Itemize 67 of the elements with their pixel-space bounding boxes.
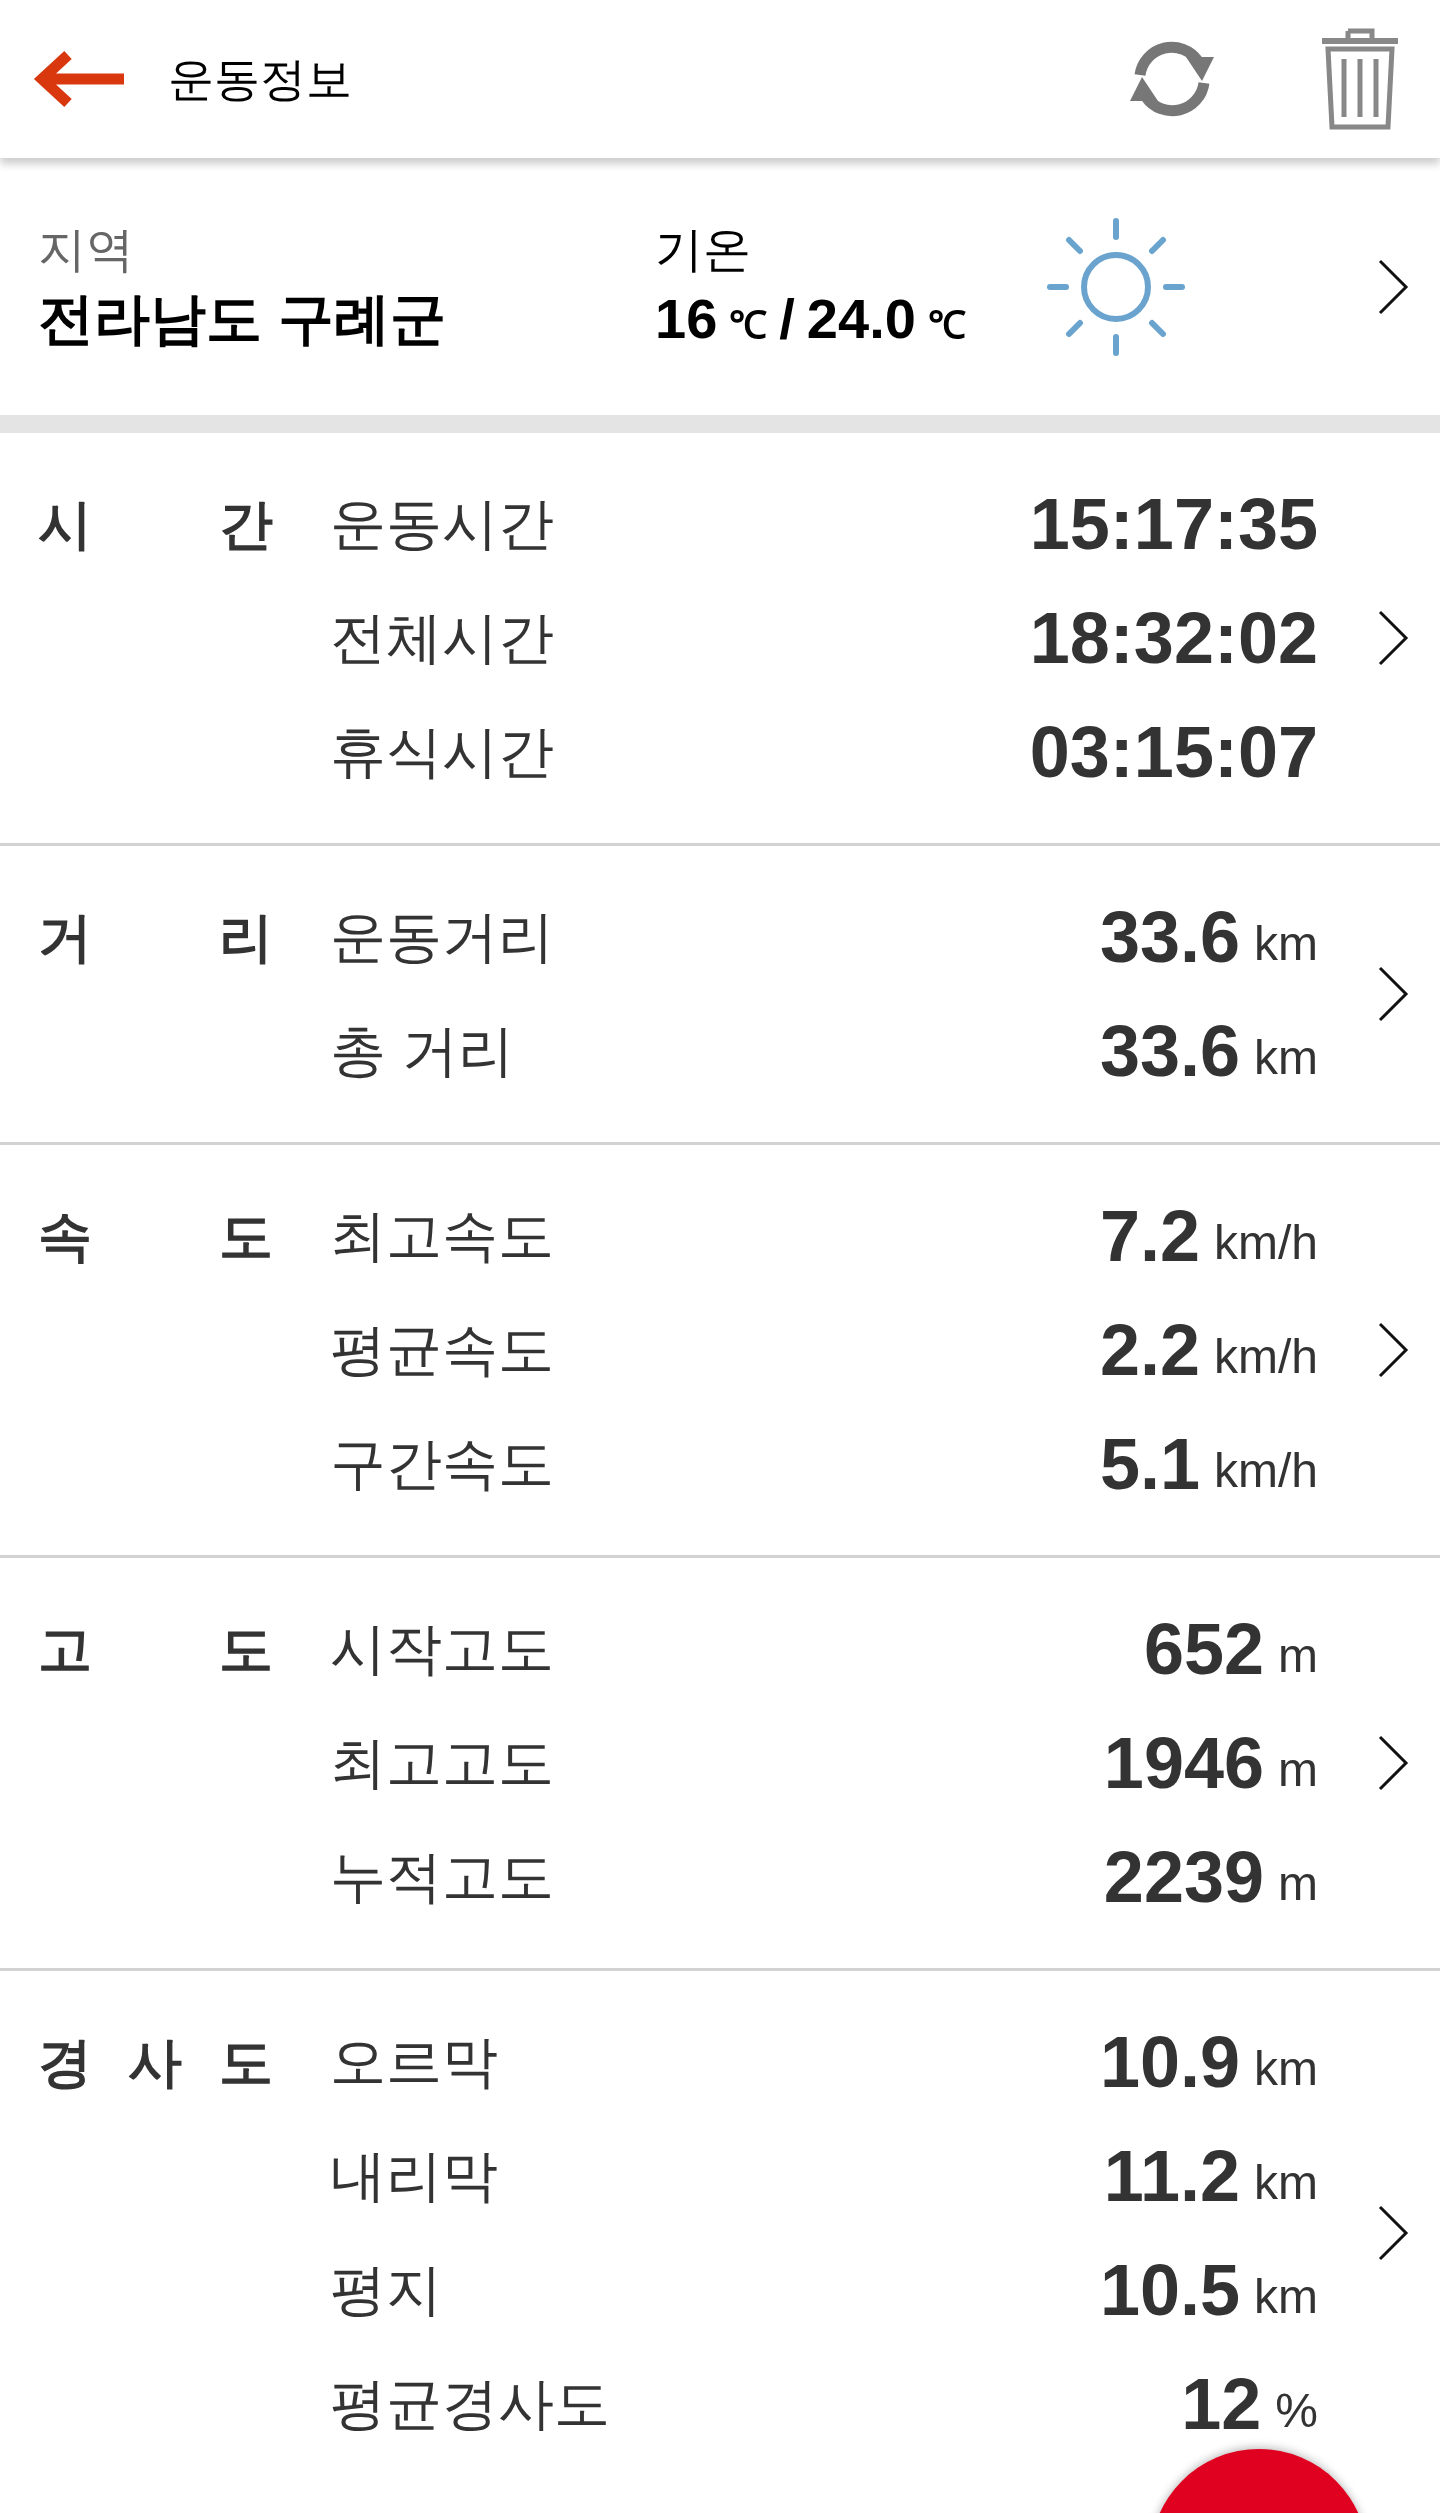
stat-value: 33.6	[1099, 901, 1240, 973]
stat-label: 휴식시간	[330, 719, 554, 785]
stat-label: 최고속도	[330, 1203, 554, 1269]
temperature-high: 24.0	[806, 285, 916, 352]
section-label: 경 사 도	[38, 2030, 273, 2094]
stats-section[interactable]: 속 도 최고속도 7.2 km/h 평균속도 2.2 km/h 구간속도 5.1 km/h	[0, 1142, 1440, 1555]
chevron-right-icon	[1376, 1320, 1410, 1380]
section-label: 시 간	[38, 492, 273, 556]
temperature-low: 16	[655, 285, 718, 352]
stat-unit: m	[1278, 1746, 1318, 1794]
summary-card[interactable]: 지역 전라남도 구례군 기온 16 ℃ / 24.0 ℃	[0, 158, 1440, 415]
stat-label: 평균경사도	[330, 2371, 610, 2437]
chevron-right-icon	[1376, 964, 1410, 1024]
stat-value: 03:15:07	[1029, 716, 1318, 788]
section-label: 속 도	[38, 1204, 273, 1268]
temperature-label: 기온	[655, 221, 752, 278]
stat-value: 33.6	[1099, 1015, 1240, 1087]
stat-unit: km/h	[1214, 1447, 1318, 1495]
stat-unit: km/h	[1214, 1333, 1318, 1381]
stat-unit: km	[1254, 1034, 1318, 1082]
screen-title: 운동정보	[168, 51, 352, 107]
stat-unit: km	[1254, 920, 1318, 968]
chevron-right-icon	[1376, 2203, 1410, 2263]
stat-value: 15:17:35	[1029, 488, 1318, 560]
stat-unit: %	[1275, 2387, 1318, 2435]
stat-label: 구간속도	[330, 1431, 554, 1497]
stats-section[interactable]: 시 간 운동시간 15:17:35 전체시간 18:32:02 휴식시간 03:15:07	[0, 433, 1440, 843]
stat-label: 시작고도	[330, 1616, 554, 1682]
stat-unit: m	[1278, 1632, 1318, 1680]
temperature-unit: ℃	[729, 302, 768, 348]
stat-value: 2239	[1103, 1841, 1264, 1913]
chevron-right-icon	[1376, 608, 1410, 668]
stat-unit: km/h	[1214, 1219, 1318, 1267]
chevron-right-icon	[1376, 1733, 1410, 1793]
stat-value: 652	[1143, 1613, 1264, 1685]
temperature-unit: ℃	[927, 302, 966, 348]
section-label: 고 도	[38, 1617, 273, 1681]
stat-label: 운동거리	[330, 904, 554, 970]
stat-value: 10.9	[1099, 2026, 1240, 2098]
sun-icon	[1045, 216, 1186, 357]
stat-unit: km	[1254, 2045, 1318, 2093]
stat-value: 18:32:02	[1029, 602, 1318, 674]
stat-value: 11.2	[1103, 2140, 1240, 2212]
stat-label: 최고고도	[330, 1730, 554, 1796]
section-label: 거 리	[38, 905, 273, 969]
stat-label: 오르막	[330, 2029, 498, 2095]
stat-label: 내리막	[330, 2143, 498, 2209]
stat-unit: km	[1254, 2273, 1318, 2321]
region-label: 지역	[38, 221, 135, 278]
stat-unit: km	[1254, 2159, 1318, 2207]
stat-label: 전체시간	[330, 605, 554, 671]
stat-value: 1946	[1103, 1727, 1264, 1799]
stat-value: 5.1	[1099, 1428, 1200, 1500]
stat-label: 누적고도	[330, 1844, 554, 1910]
region-value: 전라남도 구례군	[38, 285, 447, 352]
stat-label: 운동시간	[330, 491, 554, 557]
stat-unit: m	[1278, 1860, 1318, 1908]
stat-value: 12	[1181, 2368, 1262, 2440]
temperature-separator: /	[779, 285, 795, 352]
stats-section[interactable]: 고 도 시작고도 652 m 최고고도 1946 m 누적고도 2239 m	[0, 1555, 1440, 1968]
stat-label: 평균속도	[330, 1317, 554, 1383]
stat-value: 7.2	[1099, 1200, 1200, 1272]
stat-value: 10.5	[1099, 2254, 1240, 2326]
stat-value: 2.2	[1099, 1314, 1200, 1386]
stat-label: 평지	[330, 2257, 442, 2323]
stat-label: 총 거리	[330, 1018, 514, 1084]
stats-section[interactable]: 거 리 운동거리 33.6 km 총 거리 33.6 km	[0, 843, 1440, 1142]
